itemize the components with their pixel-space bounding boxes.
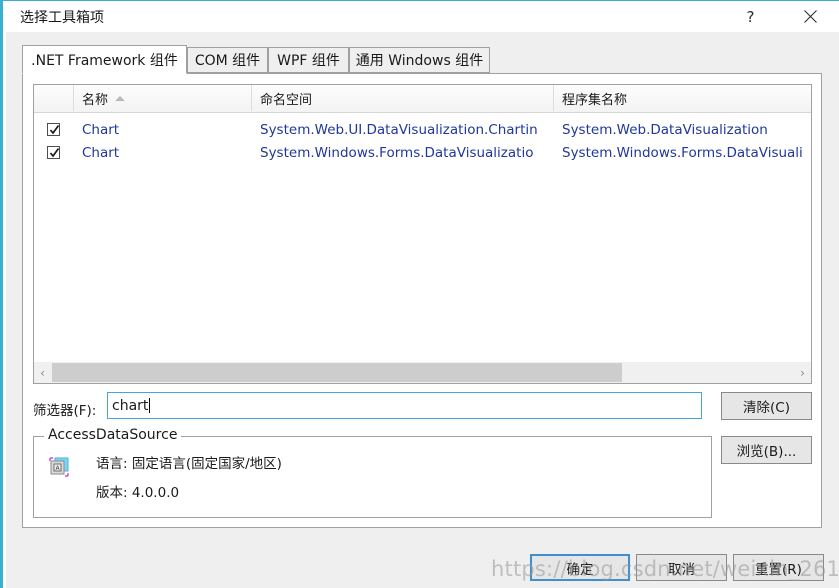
column-header-namespace[interactable]: 命名空间 (252, 85, 554, 111)
table-row[interactable]: Chart System.Web.UI.DataVisualization.Ch… (34, 119, 811, 141)
cell-name: Chart (82, 145, 120, 161)
scrollbar-thumb[interactable] (52, 363, 622, 382)
cell-namespace: System.Web.UI.DataVisualization.Chartin (260, 122, 538, 138)
groupbox-title: AccessDataSource (44, 427, 182, 443)
detail-language: 语言: 固定语言(固定国家/地区) (96, 456, 282, 472)
row-checkbox[interactable] (47, 123, 60, 136)
browse-button[interactable]: 浏览(B)... (721, 436, 812, 464)
scroll-left-icon[interactable]: ‹ (34, 362, 51, 383)
filter-input-value: chart (112, 397, 149, 414)
dialog-body: .NET Framework 组件 COM 组件 WPF 组件 通用 Windo… (6, 32, 839, 543)
column-header-name[interactable]: 名称 (74, 85, 252, 111)
tab-com-components[interactable]: COM 组件 (187, 47, 268, 73)
component-details-groupbox: AccessDataSource A 语言: 固定语言(固定国家/地区) 版本:… (33, 427, 712, 518)
detail-version: 版本: 4.0.0.0 (96, 485, 180, 501)
cancel-button[interactable]: 取消 (636, 554, 727, 581)
cell-name: Chart (82, 122, 120, 138)
listview-header: 名称 命名空间 程序集名称 (34, 85, 811, 113)
cell-namespace: System.Windows.Forms.DataVisualizatio (260, 145, 534, 161)
reset-button[interactable]: 重置(R) (733, 554, 824, 581)
access-data-source-icon: A (47, 455, 71, 479)
listview-rows: Chart System.Web.UI.DataVisualization.Ch… (34, 112, 811, 361)
tab-page: 名称 命名空间 程序集名称 Chart System.Web.UI.DataVi… (22, 73, 822, 528)
row-checkbox[interactable] (47, 146, 60, 159)
column-header-label: 名称 (82, 92, 109, 108)
column-header-label: 程序集名称 (562, 92, 628, 108)
column-header-checkbox[interactable] (34, 85, 74, 111)
sort-ascending-icon (115, 95, 126, 101)
components-listview[interactable]: 名称 命名空间 程序集名称 Chart System.Web.UI.DataVi… (33, 84, 812, 384)
tab-label: WPF 组件 (277, 53, 340, 69)
title-bar: 选择工具箱项 ? (3, 1, 839, 32)
cell-assembly-name: System.Web.DataVisualization (562, 122, 768, 138)
select-toolbox-items-dialog: 选择工具箱项 ? .NET Framework 组件 COM 组件 WPF 组件… (0, 0, 839, 588)
filter-label: 筛选器(F): (33, 403, 97, 419)
scroll-right-icon[interactable]: › (794, 362, 811, 383)
filter-input[interactable]: chart (107, 392, 702, 419)
tab-strip: .NET Framework 组件 COM 组件 WPF 组件 通用 Windo… (22, 45, 822, 74)
tab-wpf-components[interactable]: WPF 组件 (268, 47, 349, 73)
help-icon[interactable]: ? (728, 1, 773, 32)
column-header-assembly-name[interactable]: 程序集名称 (554, 85, 811, 111)
tab-label: COM 组件 (194, 53, 261, 69)
text-caret (149, 398, 151, 413)
dialog-footer: 确定 取消 重置(R) (6, 543, 839, 588)
tab-universal-windows-components[interactable]: 通用 Windows 组件 (349, 47, 490, 73)
clear-button[interactable]: 清除(C) (721, 392, 812, 420)
window-title: 选择工具箱项 (20, 10, 104, 26)
cell-assembly-name: System.Windows.Forms.DataVisuali (562, 145, 803, 161)
table-row[interactable]: Chart System.Windows.Forms.DataVisualiza… (34, 142, 811, 164)
tab-dotnet-framework-components[interactable]: .NET Framework 组件 (22, 45, 187, 74)
close-icon[interactable] (788, 1, 833, 32)
column-header-label: 命名空间 (260, 92, 313, 108)
tab-label: .NET Framework 组件 (31, 52, 178, 69)
tab-label: 通用 Windows 组件 (355, 53, 484, 69)
horizontal-scrollbar[interactable]: ‹ › (34, 361, 811, 383)
ok-button[interactable]: 确定 (530, 554, 630, 581)
